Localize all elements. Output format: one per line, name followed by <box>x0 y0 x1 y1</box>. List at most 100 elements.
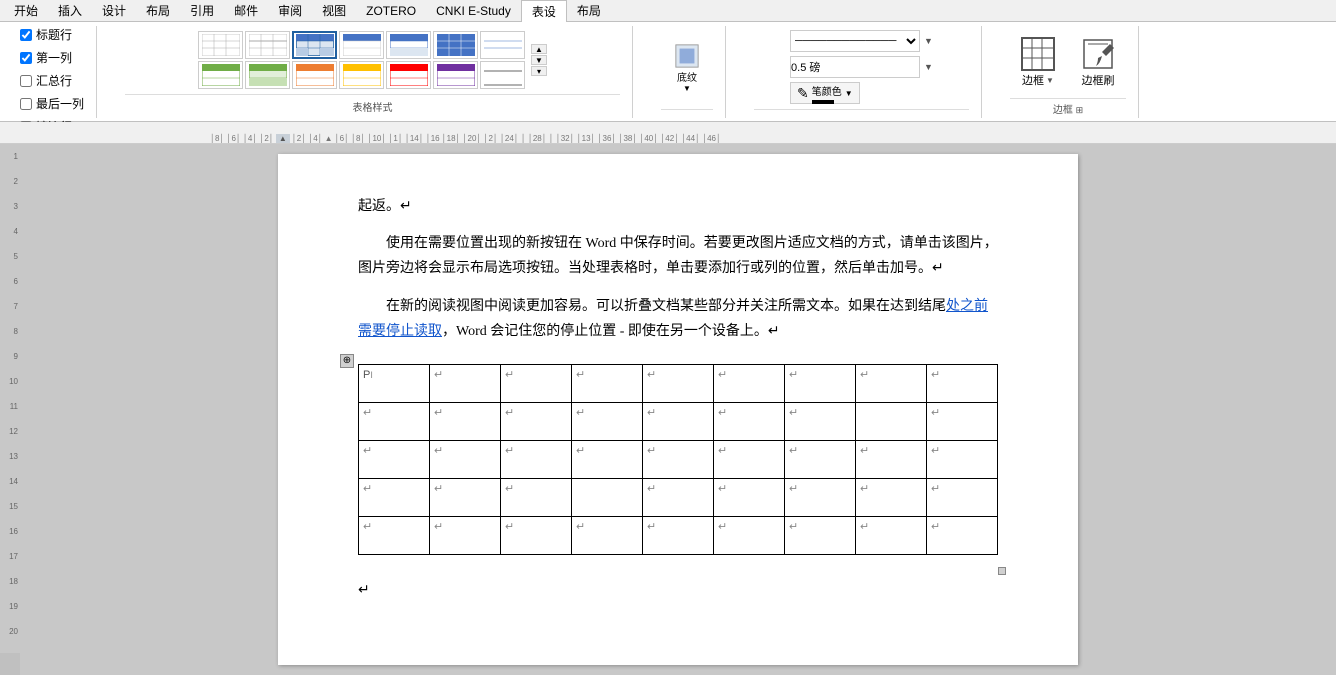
table-cell-4-2[interactable]: ↵ <box>430 478 501 516</box>
tab-home[interactable]: 开始 <box>4 0 48 22</box>
table-cell-1-9[interactable]: ↵ <box>927 364 998 402</box>
table-cell-5-5[interactable]: ↵ <box>643 516 714 554</box>
table-cell-2-9[interactable]: ↵ <box>927 402 998 440</box>
table-cell-1-3[interactable]: ↵ <box>501 364 572 402</box>
tab-review[interactable]: 审阅 <box>268 0 312 22</box>
table-style-4[interactable] <box>339 31 384 59</box>
table-cell-1-8[interactable]: ↵ <box>856 364 927 402</box>
table-style-9[interactable] <box>245 61 290 89</box>
border-settings-icon[interactable]: ⊞ <box>1076 105 1084 115</box>
table-resize-handle[interactable] <box>998 567 1006 575</box>
table-style-6[interactable] <box>433 31 478 59</box>
table-cell-3-4[interactable]: ↵ <box>572 440 643 478</box>
paragraph-2[interactable]: 在新的阅读视图中阅读更加容易。可以折叠文档某些部分并关注所需文本。如果在达到结尾… <box>358 294 998 344</box>
table-cell-1-2[interactable]: ↵ <box>430 364 501 402</box>
table-cell-2-8[interactable] <box>856 402 927 440</box>
table-cell-5-7[interactable]: ↵ <box>785 516 856 554</box>
table-style-2[interactable] <box>245 31 290 59</box>
table-cell-5-2[interactable]: ↵ <box>430 516 501 554</box>
style-scroll-more[interactable]: ▾ <box>531 66 547 76</box>
table-style-plain[interactable] <box>198 31 243 59</box>
table-cell-4-9[interactable]: ↵ <box>927 478 998 516</box>
table-cell-2-1[interactable]: ↵ <box>359 402 430 440</box>
pen-color-button[interactable]: ✎ 笔颜色 ▼ <box>790 82 860 104</box>
table-cell-1-7[interactable]: ↵ <box>785 364 856 402</box>
border-brush-button[interactable]: 边框刷 <box>1070 26 1126 98</box>
table-cell-5-4[interactable]: ↵ <box>572 516 643 554</box>
document-page[interactable]: 起返。↵ 使用在需要位置出现的新按钮在 Word 中保存时间。若要更改图片适应文… <box>278 154 1078 665</box>
table-cell-1-1[interactable]: PI <box>359 364 430 402</box>
thickness-input[interactable] <box>790 56 920 78</box>
first-col-checkbox-item[interactable]: 第一列 <box>20 49 84 66</box>
table-cell-1-5[interactable]: ↵ <box>643 364 714 402</box>
table-cell-4-7[interactable]: ↵ <box>785 478 856 516</box>
pen-color-dropdown-arrow[interactable]: ▼ <box>845 89 853 98</box>
total-row-checkbox[interactable] <box>20 75 32 87</box>
first-col-checkbox[interactable] <box>20 52 32 64</box>
table-cell-1-4[interactable]: ↵ <box>572 364 643 402</box>
shading-button[interactable]: 底纹 ▼ <box>661 42 713 94</box>
tab-design[interactable]: 设计 <box>92 0 136 22</box>
table-cell-1-6[interactable]: ↵ <box>714 364 785 402</box>
tab-table-layout[interactable]: 布局 <box>567 0 611 22</box>
tab-table-design[interactable]: 表设 <box>521 0 567 22</box>
border-button[interactable]: 边框 ▼ <box>1010 26 1066 98</box>
table-cell-3-5[interactable]: ↵ <box>643 440 714 478</box>
last-col-checkbox-item[interactable]: 最后一列 <box>20 95 84 112</box>
table-style-8[interactable] <box>198 61 243 89</box>
style-scroll-down[interactable]: ▼ <box>531 55 547 65</box>
tab-layout[interactable]: 布局 <box>136 0 180 22</box>
table-cell-4-8[interactable]: ↵ <box>856 478 927 516</box>
border-style-select[interactable]: ───────────── <box>790 30 920 52</box>
table-style-5[interactable] <box>386 31 431 59</box>
tab-view[interactable]: 视图 <box>312 0 356 22</box>
table-cell-2-7[interactable]: ↵ <box>785 402 856 440</box>
paragraph-1[interactable]: 使用在需要位置出现的新按钮在 Word 中保存时间。若要更改图片适应文档的方式，… <box>358 231 998 281</box>
table-cell-2-5[interactable]: ↵ <box>643 402 714 440</box>
table-style-12[interactable] <box>386 61 431 89</box>
table-cell-3-8[interactable]: ↵ <box>856 440 927 478</box>
paragraph-after-table[interactable]: ↵ <box>358 578 998 603</box>
table-style-10[interactable] <box>292 61 337 89</box>
table-cell-4-1[interactable]: ↵ <box>359 478 430 516</box>
table-cell-5-8[interactable]: ↵ <box>856 516 927 554</box>
table-cell-3-6[interactable]: ↵ <box>714 440 785 478</box>
table-cell-2-2[interactable]: ↵ <box>430 402 501 440</box>
table-cell-3-2[interactable]: ↵ <box>430 440 501 478</box>
border-button-arrow[interactable]: ▼ <box>1046 76 1054 85</box>
document-table[interactable]: PI ↵ ↵ ↵ ↵ ↵ ↵ ↵ ↵ ↵ ↵ ↵ <box>358 364 998 555</box>
table-cell-3-9[interactable]: ↵ <box>927 440 998 478</box>
document-scroll-area[interactable]: 起返。↵ 使用在需要位置出现的新按钮在 Word 中保存时间。若要更改图片适应文… <box>20 144 1336 675</box>
table-style-7[interactable] <box>480 31 525 59</box>
table-cell-4-3[interactable]: ↵ <box>501 478 572 516</box>
table-cell-2-6[interactable]: ↵ <box>714 402 785 440</box>
table-style-11[interactable] <box>339 61 384 89</box>
tab-references[interactable]: 引用 <box>180 0 224 22</box>
table-cell-4-4[interactable] <box>572 478 643 516</box>
table-cell-5-6[interactable]: ↵ <box>714 516 785 554</box>
table-cell-2-3[interactable]: ↵ <box>501 402 572 440</box>
table-cell-3-3[interactable]: ↵ <box>501 440 572 478</box>
tab-mail[interactable]: 邮件 <box>224 0 268 22</box>
table-cell-3-1[interactable]: ↵ <box>359 440 430 478</box>
style-scroll-up[interactable]: ▲ <box>531 44 547 54</box>
table-cell-3-7[interactable]: ↵ <box>785 440 856 478</box>
table-style-13[interactable] <box>433 61 478 89</box>
tab-cnki[interactable]: CNKI E-Study <box>426 0 521 22</box>
header-row-checkbox[interactable] <box>20 29 32 41</box>
table-cell-5-9[interactable]: ↵ <box>927 516 998 554</box>
table-cell-5-1[interactable]: ↵ <box>359 516 430 554</box>
tab-insert[interactable]: 插入 <box>48 0 92 22</box>
shading-dropdown-arrow[interactable]: ▼ <box>683 84 691 93</box>
table-cell-4-5[interactable]: ↵ <box>643 478 714 516</box>
style-scroll-controls[interactable]: ▲ ▼ ▾ <box>531 44 547 76</box>
table-cell-5-3[interactable]: ↵ <box>501 516 572 554</box>
tab-zotero[interactable]: ZOTERO <box>356 0 426 22</box>
table-style-14[interactable] <box>480 61 525 89</box>
header-row-checkbox-item[interactable]: 标题行 <box>20 26 84 43</box>
total-row-checkbox-item[interactable]: 汇总行 <box>20 72 84 89</box>
table-style-3-selected[interactable] <box>292 31 337 59</box>
table-cell-4-6[interactable]: ↵ <box>714 478 785 516</box>
table-cell-2-4[interactable]: ↵ <box>572 402 643 440</box>
table-move-handle[interactable]: ⊕ <box>340 354 354 368</box>
